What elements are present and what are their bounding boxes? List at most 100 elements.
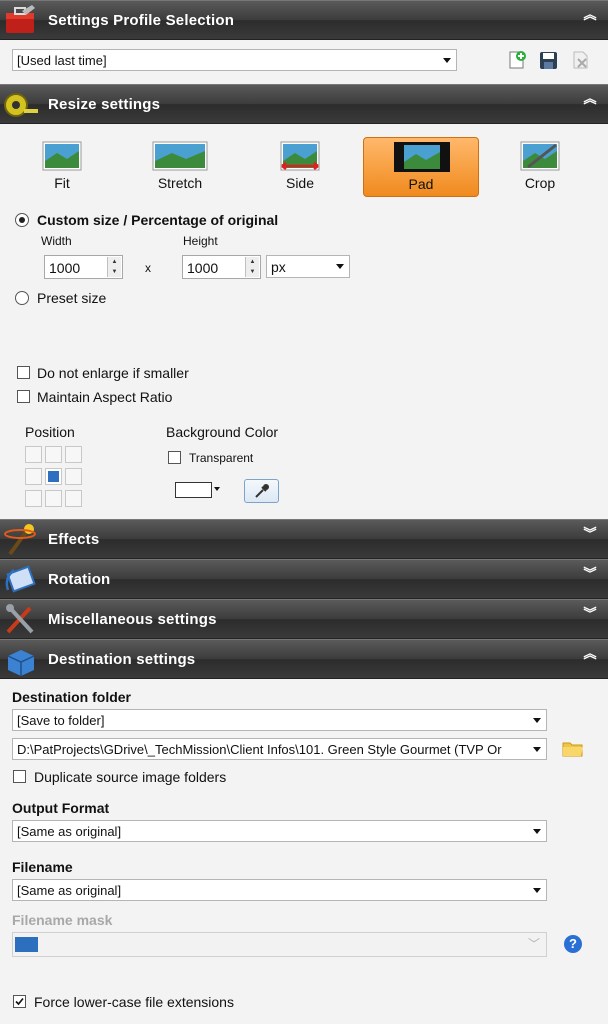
- aspect-ratio-label: Maintain Aspect Ratio: [37, 389, 173, 405]
- profile-select[interactable]: [Used last time]: [12, 49, 457, 71]
- mode-label: Crop: [524, 175, 556, 191]
- height-stepper[interactable]: 1000 ▲ ▼: [182, 255, 261, 279]
- filename-mask-input[interactable]: ﹀: [12, 932, 547, 957]
- expand-icon[interactable]: ︾: [582, 527, 598, 548]
- destination-folder-label: Destination folder: [12, 689, 132, 705]
- chevron-down-icon: ﹀: [527, 937, 540, 951]
- position-cell[interactable]: [25, 490, 42, 507]
- position-cell[interactable]: [25, 446, 42, 463]
- resize-section-header[interactable]: Resize settings ︽: [0, 84, 608, 124]
- chevron-down-icon[interactable]: [214, 487, 220, 491]
- spin-down-icon[interactable]: ▼: [108, 267, 121, 277]
- save-icon[interactable]: [539, 51, 558, 70]
- expand-icon[interactable]: ︾: [582, 567, 598, 588]
- mask-text-selection: [15, 937, 38, 952]
- mode-label: Fit: [54, 175, 70, 191]
- color-swatch[interactable]: [175, 482, 212, 498]
- height-label: Height: [183, 234, 218, 248]
- folder-icon[interactable]: [562, 740, 584, 758]
- mode-fit[interactable]: Fit: [4, 137, 120, 197]
- destination-mode-select[interactable]: [Save to folder]: [12, 709, 547, 731]
- unit-select[interactable]: px: [266, 255, 350, 278]
- lowercase-extensions-checkbox[interactable]: [13, 995, 26, 1008]
- chevron-down-icon: [533, 747, 541, 752]
- collapse-icon[interactable]: ︽: [582, 8, 598, 29]
- help-icon[interactable]: ?: [564, 935, 582, 953]
- eyedropper-icon: [255, 484, 269, 498]
- duplicate-folders-label: Duplicate source image folders: [34, 769, 227, 785]
- position-cell[interactable]: [45, 446, 62, 463]
- position-cell-selected[interactable]: [45, 468, 62, 485]
- output-format-value: [Same as original]: [17, 824, 122, 839]
- expand-icon[interactable]: ︾: [582, 607, 598, 628]
- aspect-ratio-checkbox[interactable]: [17, 390, 30, 403]
- position-cell[interactable]: [65, 468, 82, 485]
- filename-mask-label: Filename mask: [12, 912, 113, 928]
- collapse-icon[interactable]: ︽: [582, 92, 598, 113]
- destination-box-icon: [7, 650, 35, 676]
- spin-up-icon[interactable]: ▲: [246, 257, 259, 267]
- position-cell[interactable]: [45, 490, 62, 507]
- new-profile-icon[interactable]: [507, 50, 527, 70]
- destination-mode-value: [Save to folder]: [17, 713, 105, 728]
- no-enlarge-checkbox[interactable]: [17, 366, 30, 379]
- collapse-icon[interactable]: ︽: [582, 647, 598, 668]
- transparent-checkbox[interactable]: [168, 451, 181, 464]
- color-picker-button[interactable]: [244, 479, 279, 503]
- toolbox-icon: [6, 5, 35, 33]
- times-sign: x: [145, 261, 151, 275]
- width-stepper[interactable]: 1000 ▲ ▼: [44, 255, 123, 279]
- effects-section-header[interactable]: Effects ︾: [0, 519, 608, 559]
- rotation-icon: [5, 565, 36, 593]
- effects-section-title: Effects: [48, 531, 100, 548]
- tape-measure-icon: [4, 93, 38, 117]
- position-cell[interactable]: [65, 446, 82, 463]
- custom-size-label: Custom size / Percentage of original: [37, 212, 279, 228]
- custom-size-radio[interactable]: [15, 213, 29, 227]
- crop-mode-icon: [520, 141, 560, 171]
- filename-select[interactable]: [Same as original]: [12, 879, 547, 901]
- height-stepper-buttons[interactable]: ▲ ▼: [245, 257, 259, 277]
- profile-section-title: Settings Profile Selection: [48, 12, 235, 29]
- chevron-down-icon: [533, 888, 541, 893]
- width-stepper-buttons[interactable]: ▲ ▼: [107, 257, 121, 277]
- position-label: Position: [25, 424, 75, 440]
- spin-down-icon[interactable]: ▼: [246, 267, 259, 277]
- destination-path-select[interactable]: D:\PatProjects\GDrive\_TechMission\Clien…: [12, 738, 547, 760]
- mode-pad[interactable]: Pad: [363, 137, 479, 197]
- mode-label: Pad: [408, 176, 434, 192]
- background-color-label: Background Color: [166, 424, 279, 440]
- mode-stretch[interactable]: Stretch: [122, 137, 238, 197]
- destination-path-value: D:\PatProjects\GDrive\_TechMission\Clien…: [17, 742, 502, 757]
- stretch-mode-icon: [152, 141, 208, 171]
- position-cell[interactable]: [65, 490, 82, 507]
- duplicate-folders-checkbox[interactable]: [13, 770, 26, 783]
- mode-side[interactable]: Side: [242, 137, 358, 197]
- position-cell[interactable]: [25, 468, 42, 485]
- lowercase-extensions-label: Force lower-case file extensions: [34, 994, 234, 1010]
- mode-label: Side: [285, 175, 315, 191]
- side-mode-icon: [280, 141, 320, 171]
- checkmark-icon: [15, 997, 24, 1006]
- magic-wand-icon: [4, 524, 36, 556]
- width-value: 1000: [49, 260, 81, 276]
- rotation-section-header[interactable]: Rotation ︾: [0, 559, 608, 599]
- spin-up-icon[interactable]: ▲: [108, 257, 121, 267]
- delete-profile-icon[interactable]: [571, 50, 591, 70]
- output-format-select[interactable]: [Same as original]: [12, 820, 547, 842]
- transparent-label: Transparent: [189, 451, 254, 465]
- chevron-down-icon: [336, 264, 344, 269]
- height-value: 1000: [187, 260, 219, 276]
- mode-crop[interactable]: Crop: [482, 137, 598, 197]
- resize-section-title: Resize settings: [48, 96, 161, 113]
- destination-section-header[interactable]: Destination settings ︽: [0, 639, 608, 679]
- profile-section-header[interactable]: Settings Profile Selection ︽: [0, 0, 608, 40]
- width-label: Width: [41, 234, 72, 248]
- tools-icon: [6, 604, 34, 634]
- chevron-down-icon: [443, 58, 451, 63]
- preset-size-label: Preset size: [37, 290, 107, 306]
- filename-label: Filename: [12, 859, 73, 875]
- misc-section-header[interactable]: Miscellaneous settings ︾: [0, 599, 608, 639]
- preset-size-radio[interactable]: [15, 291, 29, 305]
- fit-mode-icon: [42, 141, 82, 171]
